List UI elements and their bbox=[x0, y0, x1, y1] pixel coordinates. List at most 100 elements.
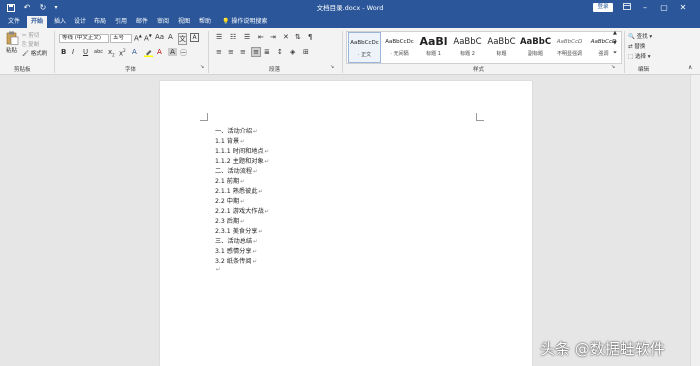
tab-mailings[interactable]: 邮件 bbox=[132, 16, 152, 28]
style-normal[interactable]: AaBbCcDc · 正文 bbox=[348, 32, 381, 63]
tab-file[interactable]: 文件 bbox=[4, 16, 24, 28]
style-no-spacing[interactable]: AaBbCcDc · 无间隔 bbox=[383, 32, 416, 63]
justify-icon[interactable]: ≡ bbox=[251, 47, 261, 57]
divider bbox=[208, 31, 209, 73]
font-name-select[interactable]: 等线 (中文正文) bbox=[59, 34, 109, 43]
distributed-icon[interactable]: ≣ bbox=[264, 48, 270, 56]
numbering-icon[interactable]: ☷ bbox=[230, 33, 236, 41]
doc-line[interactable]: 二、活动流程↵ bbox=[215, 166, 258, 175]
style-subtitle[interactable]: AaBbC 副标题 bbox=[519, 32, 552, 63]
margin-corner-mark bbox=[476, 113, 484, 121]
tell-me-search[interactable]: 💡 操作说明搜索 bbox=[218, 16, 271, 28]
doc-line-text: 2.2.1 游戏大作战 bbox=[215, 208, 264, 215]
style-heading-1[interactable]: AaBl 标题 1 bbox=[417, 32, 450, 63]
grow-font-icon[interactable]: A▲ bbox=[134, 33, 142, 42]
doc-line[interactable]: 1.1.1 时间和地点↵ bbox=[215, 146, 269, 155]
ribbon-options-icon[interactable] bbox=[620, 1, 634, 14]
align-right-icon[interactable]: ≡ bbox=[240, 48, 246, 56]
cut-button[interactable]: ✂ 剪切 bbox=[22, 31, 39, 39]
minimize-icon[interactable]: – bbox=[638, 1, 652, 14]
strikethrough-icon[interactable]: abc bbox=[94, 49, 103, 55]
multilevel-list-icon[interactable]: ☰ bbox=[244, 33, 250, 41]
format-painter-button[interactable]: 🖌 格式刷 bbox=[22, 49, 47, 57]
font-dialog-launcher-icon[interactable]: ↘ bbox=[200, 64, 204, 70]
replace-button[interactable]: ⇄ 替换 bbox=[628, 42, 645, 50]
underline-icon[interactable]: U bbox=[83, 48, 88, 56]
style-name: 标题 2 bbox=[460, 51, 475, 57]
font-size-select[interactable]: 五号 bbox=[110, 34, 132, 43]
tab-insert[interactable]: 插入 bbox=[50, 16, 70, 28]
italic-icon[interactable]: I bbox=[72, 48, 74, 56]
paste-icon[interactable] bbox=[5, 31, 19, 45]
superscript-icon[interactable]: x2 bbox=[119, 48, 126, 57]
doc-line[interactable]: 2.3.1 美食分享↵ bbox=[215, 226, 263, 235]
doc-line[interactable]: 3.2 纸条传阅↵ bbox=[215, 256, 257, 265]
tab-design[interactable]: 设计 bbox=[70, 16, 90, 28]
doc-line[interactable]: 2.2.1 游戏大作战↵ bbox=[215, 206, 269, 215]
doc-line[interactable]: 2.3 后期↵ bbox=[215, 216, 245, 225]
shading-icon[interactable]: ◈ bbox=[290, 48, 295, 56]
tab-view[interactable]: 视图 bbox=[174, 16, 194, 28]
margin-corner-mark bbox=[200, 113, 208, 121]
clear-formatting-icon[interactable]: A bbox=[168, 33, 173, 41]
char-shading-icon[interactable]: A bbox=[168, 48, 177, 56]
vertical-scrollbar[interactable] bbox=[690, 75, 700, 366]
text-effects-icon[interactable]: A bbox=[132, 48, 137, 56]
doc-line[interactable]: 2.2 中期↵ bbox=[215, 196, 245, 205]
close-icon[interactable]: ✕ bbox=[676, 1, 690, 14]
doc-line[interactable]: 三、活动总结↵ bbox=[215, 236, 258, 245]
tab-layout[interactable]: 布局 bbox=[90, 16, 110, 28]
doc-line-empty[interactable]: ↵ bbox=[215, 266, 221, 273]
styles-scroll-up-icon[interactable]: ▲ bbox=[613, 31, 617, 36]
paragraph-dialog-launcher-icon[interactable]: ↘ bbox=[330, 64, 334, 70]
tab-review[interactable]: 审阅 bbox=[153, 16, 173, 28]
style-heading-2[interactable]: AaBbC 标题 2 bbox=[451, 32, 484, 63]
show-marks-icon[interactable]: ¶ bbox=[308, 33, 312, 41]
decrease-indent-icon[interactable]: ⇤ bbox=[258, 33, 264, 41]
doc-line[interactable]: 1.1 背景↵ bbox=[215, 136, 245, 145]
style-title[interactable]: AaBbC 标题 bbox=[485, 32, 518, 63]
styles-dialog-launcher-icon[interactable]: ↘ bbox=[611, 64, 615, 70]
doc-line[interactable]: 1.1.2 主题和对象↵ bbox=[215, 156, 269, 165]
maximize-icon[interactable]: ▢ bbox=[657, 1, 671, 14]
borders-icon[interactable]: ⊞ bbox=[303, 48, 309, 56]
paste-button[interactable]: 粘贴 bbox=[6, 46, 17, 54]
phonetic-guide-icon[interactable]: 文 bbox=[178, 33, 187, 45]
doc-line[interactable]: 一、活动介绍↵ bbox=[215, 126, 258, 135]
divider bbox=[342, 31, 343, 73]
align-center-icon[interactable]: ≡ bbox=[228, 48, 234, 56]
align-left-icon[interactable]: ≡ bbox=[216, 48, 222, 56]
line-spacing-icon[interactable]: ↕ bbox=[277, 48, 283, 56]
find-button[interactable]: 🔍 查找 ▾ bbox=[628, 32, 652, 40]
enclose-char-icon[interactable]: A bbox=[190, 33, 199, 42]
font-color-icon[interactable]: A bbox=[157, 48, 162, 56]
doc-line[interactable]: 2.1 前期↵ bbox=[215, 176, 245, 185]
tab-references[interactable]: 引用 bbox=[111, 16, 131, 28]
doc-line[interactable]: 3.1 感情分享↵ bbox=[215, 246, 257, 255]
change-case-icon[interactable]: Aa bbox=[155, 33, 164, 41]
tab-help[interactable]: 帮助 bbox=[195, 16, 215, 28]
style-emphasis[interactable]: AaBbCcD 强调 bbox=[587, 32, 620, 63]
chinese-layout-icon[interactable]: ✕ bbox=[283, 33, 289, 41]
increase-indent-icon[interactable]: ⇥ bbox=[270, 33, 276, 41]
select-button[interactable]: ⬚ 选择 ▾ bbox=[628, 52, 650, 60]
paragraph-mark: ↵ bbox=[252, 259, 258, 265]
style-name: · 正文 bbox=[357, 52, 372, 58]
bullets-icon[interactable]: ☰ bbox=[216, 33, 222, 41]
style-sample: AaBbC bbox=[519, 37, 552, 47]
styles-scroll-down-icon[interactable]: ▼ bbox=[613, 41, 617, 46]
subscript-icon[interactable]: x2 bbox=[108, 48, 115, 57]
doc-line[interactable]: 2.1.1 熟悉彼此↵ bbox=[215, 186, 263, 195]
shrink-font-icon[interactable]: A▼ bbox=[144, 33, 152, 42]
highlight-icon[interactable] bbox=[144, 48, 153, 59]
copy-button[interactable]: ⎘ 复制 bbox=[22, 40, 39, 49]
style-sample: AaBbCcD bbox=[556, 39, 583, 45]
login-button[interactable]: 登录 bbox=[593, 3, 613, 12]
sort-icon[interactable]: ⇅ bbox=[295, 33, 301, 41]
style-subtle-emphasis[interactable]: AaBbCcD 不明显强调 bbox=[553, 32, 586, 63]
char-border-icon[interactable]: ㊀ bbox=[180, 48, 187, 58]
styles-more-icon[interactable]: ⏷ bbox=[613, 51, 617, 56]
tab-home[interactable]: 开始 bbox=[27, 16, 48, 28]
collapse-ribbon-icon[interactable]: ∧ bbox=[688, 64, 692, 71]
bold-icon[interactable]: B bbox=[61, 48, 66, 56]
